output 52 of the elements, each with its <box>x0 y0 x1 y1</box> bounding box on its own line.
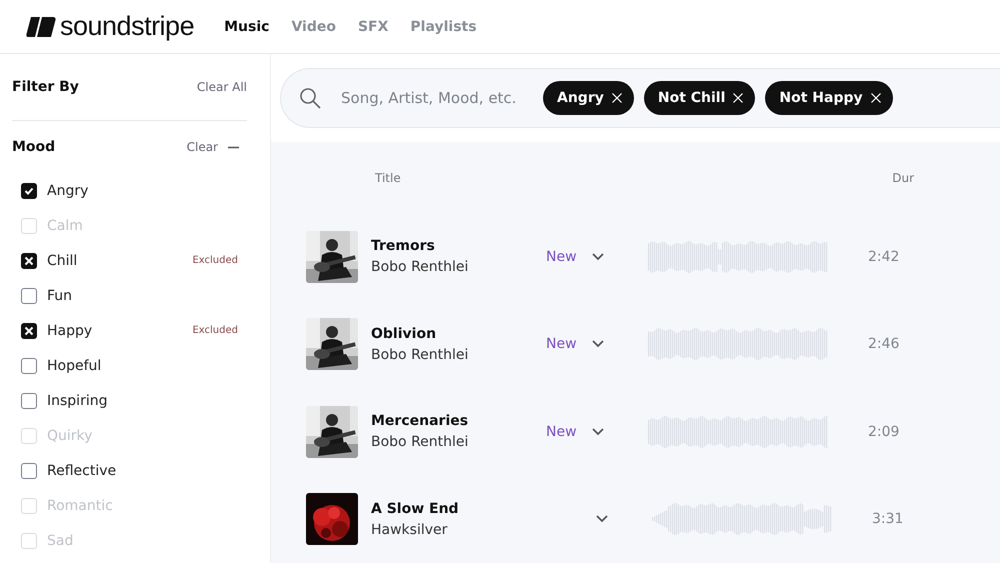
close-icon[interactable] <box>612 93 622 103</box>
excluded-tag: Excluded <box>192 255 247 266</box>
clear-all-link[interactable]: Clear All <box>196 80 247 94</box>
logo-text: soundstripe <box>60 11 194 42</box>
track-duration: 3:31 <box>872 511 904 528</box>
checkbox[interactable] <box>21 182 37 198</box>
artist-name[interactable]: Bobo Renthlei <box>371 434 546 450</box>
close-icon[interactable] <box>870 93 881 103</box>
checkbox[interactable] <box>21 322 37 338</box>
clear-link[interactable]: Clear <box>186 140 218 154</box>
checkbox-label[interactable]: Angry <box>47 182 247 198</box>
filter-chip[interactable]: Not Chill <box>644 81 756 115</box>
search-field[interactable]: Song, Artist, Mood, etc. Angry Not Chill Not Happy <box>280 68 1000 128</box>
caret-icon[interactable] <box>592 428 604 436</box>
checkbox[interactable] <box>21 288 37 304</box>
caret-icon[interactable] <box>592 340 604 348</box>
section-title: Mood <box>12 139 56 155</box>
caret-icon[interactable] <box>592 252 604 261</box>
search-icon <box>299 87 321 109</box>
checkbox-label[interactable]: Inspiring <box>47 392 247 408</box>
new-tag: New <box>546 424 582 440</box>
artist-name[interactable]: Bobo Renthlei <box>371 346 546 363</box>
filter-chip[interactable]: Angry <box>543 81 634 115</box>
track-duration: 2:42 <box>868 248 900 265</box>
new-tag: New <box>546 248 582 265</box>
caret-icon[interactable] <box>596 515 608 524</box>
track-duration: 2:46 <box>868 336 900 352</box>
filter-title: Filter By <box>12 79 79 95</box>
checkbox-label[interactable]: Happy <box>47 322 182 338</box>
artist-name[interactable]: Bobo Renthlei <box>371 259 546 276</box>
artist-name[interactable]: Hawksilver <box>371 522 546 538</box>
checkbox[interactable] <box>21 392 37 408</box>
filter-chip[interactable]: Not Happy <box>765 81 893 115</box>
logo-icon <box>26 16 56 36</box>
track-title[interactable]: A Slow End <box>371 500 546 517</box>
checkbox[interactable] <box>21 252 37 268</box>
checkbox-label[interactable]: Hopeful <box>47 358 247 374</box>
track-duration: 2:09 <box>868 424 900 440</box>
track-title[interactable]: Oblivion <box>371 326 546 342</box>
track-title[interactable]: Tremors <box>371 238 546 254</box>
close-icon[interactable] <box>733 93 744 103</box>
track-title[interactable]: Mercenaries <box>371 413 546 430</box>
excluded-tag: Excluded <box>192 325 247 336</box>
column-header: Title <box>375 170 402 185</box>
nav-tab[interactable]: Music <box>224 18 270 34</box>
checkbox-label[interactable]: Fun <box>47 288 247 304</box>
checkbox[interactable] <box>21 462 37 478</box>
checkbox-label[interactable]: Chill <box>47 252 182 268</box>
new-tag: New <box>546 336 582 352</box>
column-header: Dur <box>892 170 914 185</box>
checkbox-label[interactable]: Reflective <box>47 462 247 478</box>
checkbox[interactable] <box>21 358 37 374</box>
